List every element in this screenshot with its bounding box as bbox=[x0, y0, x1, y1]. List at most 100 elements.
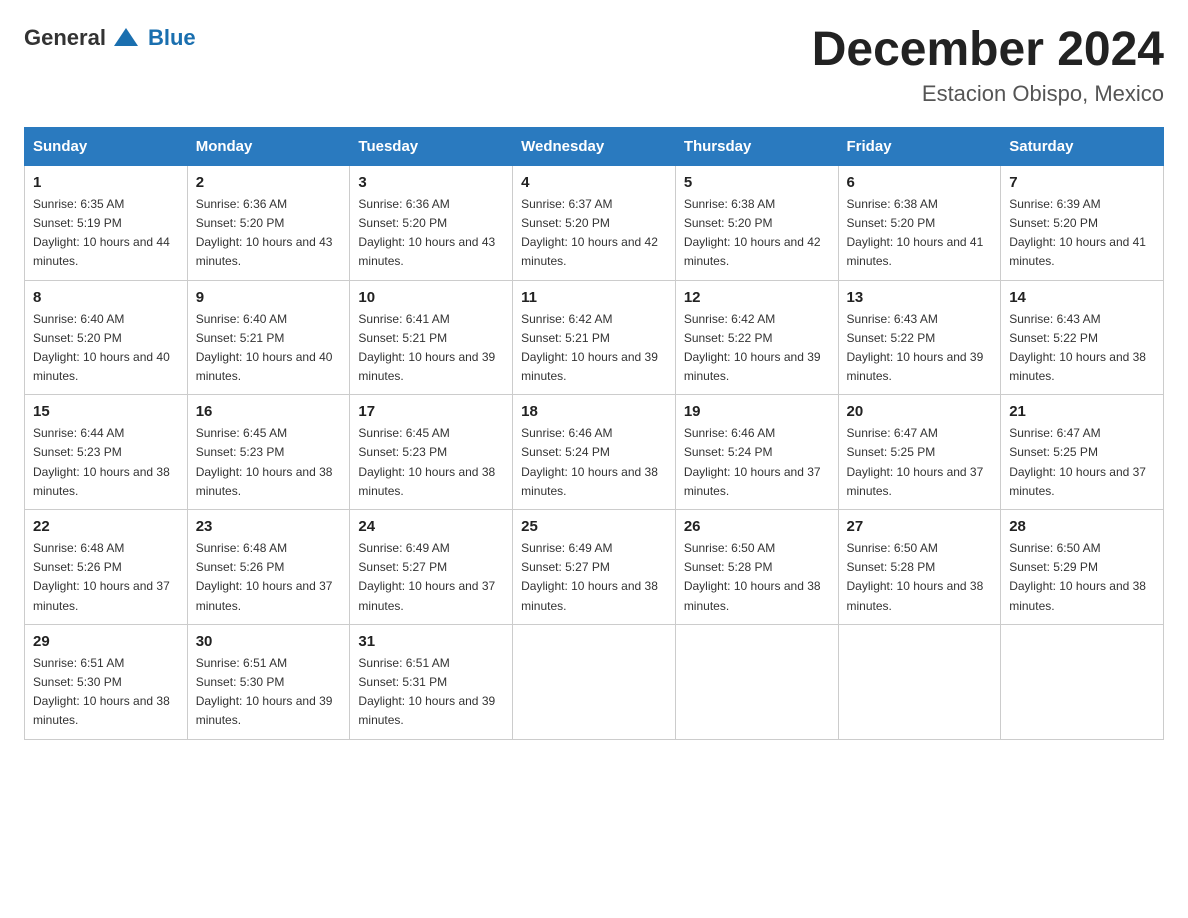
day-number: 30 bbox=[196, 633, 342, 650]
day-number: 31 bbox=[358, 633, 504, 650]
calendar-cell: 25 Sunrise: 6:49 AMSunset: 5:27 PMDaylig… bbox=[513, 510, 676, 625]
day-number: 12 bbox=[684, 289, 830, 306]
calendar-cell: 8 Sunrise: 6:40 AMSunset: 5:20 PMDayligh… bbox=[25, 280, 188, 395]
day-info: Sunrise: 6:38 AMSunset: 5:20 PMDaylight:… bbox=[847, 197, 984, 269]
calendar-cell bbox=[513, 624, 676, 739]
day-number: 14 bbox=[1009, 289, 1155, 306]
day-number: 29 bbox=[33, 633, 179, 650]
day-info: Sunrise: 6:35 AMSunset: 5:19 PMDaylight:… bbox=[33, 197, 170, 269]
calendar-cell: 23 Sunrise: 6:48 AMSunset: 5:26 PMDaylig… bbox=[187, 510, 350, 625]
calendar-table: SundayMondayTuesdayWednesdayThursdayFrid… bbox=[24, 127, 1164, 740]
day-info: Sunrise: 6:47 AMSunset: 5:25 PMDaylight:… bbox=[1009, 426, 1146, 498]
day-number: 6 bbox=[847, 174, 993, 191]
day-number: 17 bbox=[358, 403, 504, 420]
calendar-week-row: 1 Sunrise: 6:35 AMSunset: 5:19 PMDayligh… bbox=[25, 165, 1164, 280]
day-info: Sunrise: 6:47 AMSunset: 5:25 PMDaylight:… bbox=[847, 426, 984, 498]
calendar-header-row: SundayMondayTuesdayWednesdayThursdayFrid… bbox=[25, 127, 1164, 165]
calendar-cell: 31 Sunrise: 6:51 AMSunset: 5:31 PMDaylig… bbox=[350, 624, 513, 739]
calendar-cell: 12 Sunrise: 6:42 AMSunset: 5:22 PMDaylig… bbox=[675, 280, 838, 395]
calendar-cell: 20 Sunrise: 6:47 AMSunset: 5:25 PMDaylig… bbox=[838, 395, 1001, 510]
day-info: Sunrise: 6:48 AMSunset: 5:26 PMDaylight:… bbox=[33, 541, 170, 613]
calendar-week-row: 22 Sunrise: 6:48 AMSunset: 5:26 PMDaylig… bbox=[25, 510, 1164, 625]
day-number: 15 bbox=[33, 403, 179, 420]
calendar-cell: 9 Sunrise: 6:40 AMSunset: 5:21 PMDayligh… bbox=[187, 280, 350, 395]
calendar-cell: 18 Sunrise: 6:46 AMSunset: 5:24 PMDaylig… bbox=[513, 395, 676, 510]
day-number: 11 bbox=[521, 289, 667, 306]
day-number: 26 bbox=[684, 518, 830, 535]
calendar-cell: 17 Sunrise: 6:45 AMSunset: 5:23 PMDaylig… bbox=[350, 395, 513, 510]
logo-icon bbox=[112, 24, 140, 52]
day-info: Sunrise: 6:46 AMSunset: 5:24 PMDaylight:… bbox=[521, 426, 658, 498]
logo: General Blue bbox=[24, 24, 196, 52]
weekday-header-wednesday: Wednesday bbox=[513, 127, 676, 165]
calendar-cell: 21 Sunrise: 6:47 AMSunset: 5:25 PMDaylig… bbox=[1001, 395, 1164, 510]
day-info: Sunrise: 6:42 AMSunset: 5:21 PMDaylight:… bbox=[521, 312, 658, 384]
calendar-cell: 22 Sunrise: 6:48 AMSunset: 5:26 PMDaylig… bbox=[25, 510, 188, 625]
day-info: Sunrise: 6:43 AMSunset: 5:22 PMDaylight:… bbox=[1009, 312, 1146, 384]
day-info: Sunrise: 6:48 AMSunset: 5:26 PMDaylight:… bbox=[196, 541, 333, 613]
calendar-cell: 28 Sunrise: 6:50 AMSunset: 5:29 PMDaylig… bbox=[1001, 510, 1164, 625]
day-number: 10 bbox=[358, 289, 504, 306]
calendar-cell: 3 Sunrise: 6:36 AMSunset: 5:20 PMDayligh… bbox=[350, 165, 513, 280]
calendar-cell: 19 Sunrise: 6:46 AMSunset: 5:24 PMDaylig… bbox=[675, 395, 838, 510]
day-info: Sunrise: 6:51 AMSunset: 5:30 PMDaylight:… bbox=[196, 656, 333, 728]
day-info: Sunrise: 6:50 AMSunset: 5:28 PMDaylight:… bbox=[684, 541, 821, 613]
day-info: Sunrise: 6:42 AMSunset: 5:22 PMDaylight:… bbox=[684, 312, 821, 384]
calendar-week-row: 15 Sunrise: 6:44 AMSunset: 5:23 PMDaylig… bbox=[25, 395, 1164, 510]
day-info: Sunrise: 6:37 AMSunset: 5:20 PMDaylight:… bbox=[521, 197, 658, 269]
day-number: 22 bbox=[33, 518, 179, 535]
calendar-cell: 24 Sunrise: 6:49 AMSunset: 5:27 PMDaylig… bbox=[350, 510, 513, 625]
day-info: Sunrise: 6:44 AMSunset: 5:23 PMDaylight:… bbox=[33, 426, 170, 498]
day-info: Sunrise: 6:45 AMSunset: 5:23 PMDaylight:… bbox=[358, 426, 495, 498]
day-number: 9 bbox=[196, 289, 342, 306]
day-info: Sunrise: 6:51 AMSunset: 5:30 PMDaylight:… bbox=[33, 656, 170, 728]
month-year-title: December 2024 bbox=[812, 24, 1164, 77]
day-number: 16 bbox=[196, 403, 342, 420]
calendar-cell bbox=[1001, 624, 1164, 739]
calendar-cell: 13 Sunrise: 6:43 AMSunset: 5:22 PMDaylig… bbox=[838, 280, 1001, 395]
calendar-cell bbox=[675, 624, 838, 739]
day-info: Sunrise: 6:38 AMSunset: 5:20 PMDaylight:… bbox=[684, 197, 821, 269]
day-number: 28 bbox=[1009, 518, 1155, 535]
day-number: 7 bbox=[1009, 174, 1155, 191]
calendar-cell: 10 Sunrise: 6:41 AMSunset: 5:21 PMDaylig… bbox=[350, 280, 513, 395]
day-number: 23 bbox=[196, 518, 342, 535]
day-number: 2 bbox=[196, 174, 342, 191]
day-info: Sunrise: 6:36 AMSunset: 5:20 PMDaylight:… bbox=[196, 197, 333, 269]
calendar-cell: 11 Sunrise: 6:42 AMSunset: 5:21 PMDaylig… bbox=[513, 280, 676, 395]
calendar-cell: 29 Sunrise: 6:51 AMSunset: 5:30 PMDaylig… bbox=[25, 624, 188, 739]
day-number: 25 bbox=[521, 518, 667, 535]
calendar-cell: 6 Sunrise: 6:38 AMSunset: 5:20 PMDayligh… bbox=[838, 165, 1001, 280]
day-info: Sunrise: 6:40 AMSunset: 5:21 PMDaylight:… bbox=[196, 312, 333, 384]
weekday-header-sunday: Sunday bbox=[25, 127, 188, 165]
day-info: Sunrise: 6:39 AMSunset: 5:20 PMDaylight:… bbox=[1009, 197, 1146, 269]
day-info: Sunrise: 6:45 AMSunset: 5:23 PMDaylight:… bbox=[196, 426, 333, 498]
calendar-cell: 16 Sunrise: 6:45 AMSunset: 5:23 PMDaylig… bbox=[187, 395, 350, 510]
calendar-cell: 5 Sunrise: 6:38 AMSunset: 5:20 PMDayligh… bbox=[675, 165, 838, 280]
day-number: 27 bbox=[847, 518, 993, 535]
day-info: Sunrise: 6:41 AMSunset: 5:21 PMDaylight:… bbox=[358, 312, 495, 384]
logo-general-text: General bbox=[24, 25, 106, 51]
calendar-cell: 7 Sunrise: 6:39 AMSunset: 5:20 PMDayligh… bbox=[1001, 165, 1164, 280]
weekday-header-friday: Friday bbox=[838, 127, 1001, 165]
day-number: 24 bbox=[358, 518, 504, 535]
day-info: Sunrise: 6:36 AMSunset: 5:20 PMDaylight:… bbox=[358, 197, 495, 269]
day-info: Sunrise: 6:49 AMSunset: 5:27 PMDaylight:… bbox=[521, 541, 658, 613]
day-number: 20 bbox=[847, 403, 993, 420]
logo-blue-text: Blue bbox=[148, 25, 196, 51]
weekday-header-saturday: Saturday bbox=[1001, 127, 1164, 165]
calendar-week-row: 8 Sunrise: 6:40 AMSunset: 5:20 PMDayligh… bbox=[25, 280, 1164, 395]
day-number: 8 bbox=[33, 289, 179, 306]
day-info: Sunrise: 6:50 AMSunset: 5:28 PMDaylight:… bbox=[847, 541, 984, 613]
calendar-cell: 2 Sunrise: 6:36 AMSunset: 5:20 PMDayligh… bbox=[187, 165, 350, 280]
page-header: General Blue December 2024 Estacion Obis… bbox=[24, 24, 1164, 107]
weekday-header-monday: Monday bbox=[187, 127, 350, 165]
calendar-cell bbox=[838, 624, 1001, 739]
calendar-cell: 26 Sunrise: 6:50 AMSunset: 5:28 PMDaylig… bbox=[675, 510, 838, 625]
day-info: Sunrise: 6:40 AMSunset: 5:20 PMDaylight:… bbox=[33, 312, 170, 384]
day-number: 4 bbox=[521, 174, 667, 191]
weekday-header-tuesday: Tuesday bbox=[350, 127, 513, 165]
day-info: Sunrise: 6:43 AMSunset: 5:22 PMDaylight:… bbox=[847, 312, 984, 384]
calendar-cell: 27 Sunrise: 6:50 AMSunset: 5:28 PMDaylig… bbox=[838, 510, 1001, 625]
day-info: Sunrise: 6:51 AMSunset: 5:31 PMDaylight:… bbox=[358, 656, 495, 728]
